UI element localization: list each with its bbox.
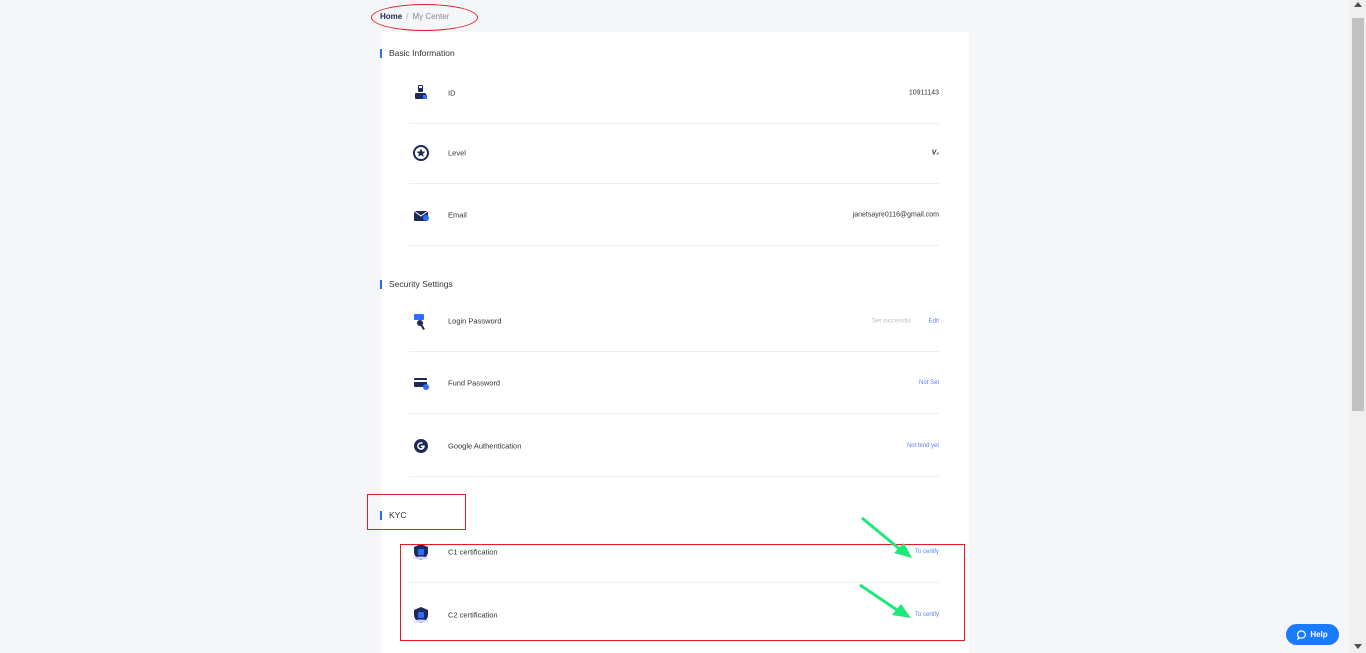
user-id-icon bbox=[415, 84, 427, 99]
help-label: Help bbox=[1310, 630, 1328, 639]
bind-google-auth-link[interactable]: Not bind yet bbox=[907, 443, 939, 449]
annotation-box-certifications bbox=[400, 544, 965, 641]
scroll-down-icon[interactable] bbox=[1354, 644, 1362, 649]
section-accent-bar bbox=[380, 279, 382, 289]
login-password-status: Set successful Edit bbox=[872, 317, 939, 324]
section-title-text: Basic Information bbox=[389, 48, 455, 58]
row-label: Login Password bbox=[448, 316, 502, 325]
row-label: Google Authentication bbox=[448, 441, 522, 450]
row-login-password: Login Password Set successful Edit bbox=[409, 290, 939, 352]
row-label: Fund Password bbox=[448, 378, 501, 387]
row-label: ID bbox=[448, 88, 456, 97]
row-fund-password: Fund Password Not Set bbox=[409, 352, 939, 414]
email-value: janetsayre0116@gmail.com bbox=[852, 211, 939, 218]
row-label: Level bbox=[448, 148, 466, 157]
level-badge: V₀ bbox=[931, 149, 939, 156]
section-accent-bar bbox=[380, 48, 382, 58]
row-google-authentication: Google Authentication Not bind yet bbox=[409, 415, 939, 477]
row-level: Level V₀ bbox=[409, 122, 939, 184]
key-icon bbox=[414, 313, 425, 330]
row-id: ID 10911143 bbox=[409, 62, 939, 124]
card-icon bbox=[414, 377, 429, 390]
mail-icon bbox=[413, 210, 429, 221]
annotation-ellipse bbox=[371, 4, 478, 31]
section-basic-information: Basic Information bbox=[380, 48, 455, 58]
set-fund-password-link[interactable]: Not Set bbox=[919, 380, 939, 386]
scrollbar[interactable] bbox=[1350, 0, 1366, 653]
chat-bubble-icon bbox=[1297, 629, 1307, 640]
google-icon bbox=[414, 438, 428, 453]
section-title-text: Security Settings bbox=[389, 279, 453, 289]
scrollbar-thumb[interactable] bbox=[1352, 18, 1364, 411]
scroll-up-icon[interactable] bbox=[1354, 2, 1362, 7]
edit-login-password-link[interactable]: Edit bbox=[929, 318, 939, 324]
row-email: Email janetsayre0116@gmail.com bbox=[409, 184, 939, 246]
help-button[interactable]: Help bbox=[1286, 624, 1339, 645]
status-text: Set successful bbox=[872, 318, 911, 324]
star-badge-icon bbox=[413, 144, 429, 161]
user-id-value: 10911143 bbox=[908, 89, 939, 96]
section-security-settings: Security Settings bbox=[380, 279, 453, 289]
row-label: Email bbox=[448, 210, 467, 219]
